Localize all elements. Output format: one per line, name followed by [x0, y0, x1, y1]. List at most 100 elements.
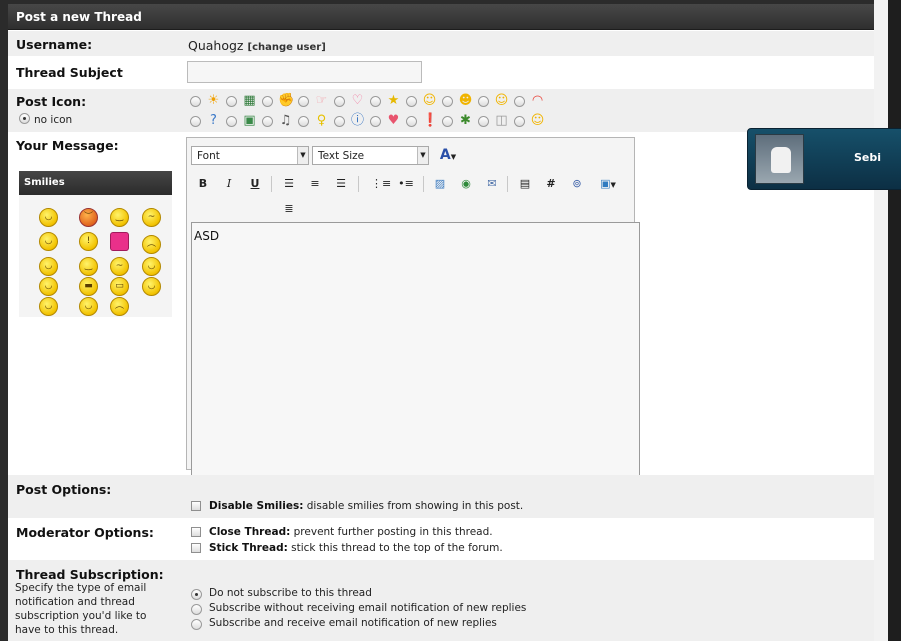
wink-smiley[interactable]: ‿ [110, 208, 129, 227]
post-icon-option[interactable]: ▣ [226, 113, 262, 129]
insert-email-button[interactable]: ✉ [483, 175, 501, 193]
disable-smilies-checkbox[interactable] [191, 501, 201, 511]
question-smiley[interactable]: ︵ [142, 235, 161, 254]
post-icon-option[interactable]: ✱ [442, 113, 478, 129]
post-icon-option[interactable]: ☀ [190, 93, 226, 109]
change-user-link[interactable]: [change user] [248, 42, 326, 53]
insert-image-button[interactable]: ▨ [431, 175, 449, 193]
post-icon-radio[interactable] [442, 96, 453, 107]
post-icon-radio[interactable] [226, 96, 237, 107]
heart-smiley[interactable] [110, 232, 129, 251]
disable-smilies-option: Disable Smilies: disable smilies from sh… [209, 500, 523, 512]
happy-smiley[interactable]: ◡ [39, 297, 58, 316]
post-icon-option[interactable]: ⓘ [334, 113, 370, 129]
close-thread-checkbox[interactable] [191, 527, 201, 537]
post-icon-radio[interactable] [478, 96, 489, 107]
post-icon-radio[interactable] [406, 116, 417, 127]
justify-button[interactable]: ≣ [280, 200, 298, 218]
post-icon-option[interactable]: ☻ [442, 93, 478, 109]
stick-thread-desc: stick this thread to the top of the foru… [291, 542, 503, 554]
post-icon-option[interactable]: ◠ [514, 93, 550, 109]
stick-thread-checkbox[interactable] [191, 543, 201, 553]
post-icon-option[interactable]: ♀ [298, 113, 334, 129]
ordered-list-button[interactable]: ⋮≡ [371, 175, 391, 193]
shy-smiley[interactable]: ‿ [79, 257, 98, 276]
post-icon-radio[interactable] [334, 116, 345, 127]
post-icon-radio[interactable] [190, 116, 201, 127]
post-icon-option[interactable]: ❗ [406, 113, 442, 129]
headphones-smiley[interactable]: ◡ [39, 208, 58, 227]
toolbar-separator [507, 176, 508, 192]
close-thread-option: Close Thread: prevent further posting in… [209, 526, 493, 538]
post-icon-option[interactable]: ☞ [298, 93, 334, 109]
no-icon-radio[interactable] [19, 113, 30, 124]
post-icon-radio[interactable] [478, 116, 489, 127]
post-icon-radio[interactable] [406, 96, 417, 107]
subscription-option-email[interactable]: Subscribe and receive email notification… [209, 617, 497, 629]
rainbow-icon: ◠ [531, 93, 544, 108]
big-grin-smiley[interactable]: ▭ [110, 277, 129, 296]
unordered-list-button[interactable]: •≡ [397, 175, 415, 193]
no-icon-option[interactable]: no icon [19, 112, 72, 126]
post-icon-option[interactable]: ★ [370, 93, 406, 109]
smile-smiley[interactable]: ◡ [142, 257, 161, 276]
post-icon-option[interactable]: ? [190, 113, 226, 129]
post-icon-option[interactable]: ▦ [226, 93, 262, 109]
post-icon-option[interactable]: ♥ [370, 113, 406, 129]
post-icon-radio[interactable] [370, 96, 381, 107]
insert-hash-button[interactable]: # [542, 175, 560, 193]
post-icon-radio[interactable] [298, 116, 309, 127]
insert-video-button[interactable]: ▣▼ [594, 175, 622, 193]
post-icon-radio[interactable] [442, 116, 453, 127]
cool-smiley[interactable]: ◡ [39, 232, 58, 251]
italic-button[interactable]: I [220, 175, 238, 193]
subscription-radio-no-email[interactable] [191, 604, 202, 615]
font-select[interactable]: Font ▼ [191, 146, 309, 165]
toolbar-separator [358, 176, 359, 192]
insert-link-button[interactable]: ◉ [457, 175, 475, 193]
grin-smiley[interactable]: ◡ [39, 277, 58, 296]
post-icon-option[interactable]: ☺ [406, 93, 442, 109]
hmm-smiley[interactable]: ~ [110, 257, 129, 276]
post-icon-option[interactable]: ♫ [262, 113, 298, 129]
eek-smiley[interactable]: ◡ [79, 297, 98, 316]
angry-smiley[interactable]: ︶ [79, 208, 98, 227]
align-center-button[interactable]: ≡ [306, 175, 324, 193]
post-icon-radio[interactable] [226, 116, 237, 127]
post-icon-radio[interactable] [514, 96, 525, 107]
align-left-icon: ☰ [284, 177, 294, 190]
subscription-radio-email[interactable] [191, 619, 202, 630]
exclaim-smiley[interactable]: ! [79, 232, 98, 251]
glasses-smiley[interactable]: ▬ [79, 277, 98, 296]
text-color-button[interactable]: A▼ [435, 146, 461, 164]
idea-smiley[interactable]: ◡ [39, 257, 58, 276]
post-icon-option[interactable]: ☺ [478, 93, 514, 109]
frown-smiley[interactable]: ︵ [110, 297, 129, 316]
post-icon-option[interactable]: ◫ [478, 113, 514, 129]
insert-php-button[interactable]: ⊚ [568, 175, 586, 193]
post-icon-radio[interactable] [262, 116, 273, 127]
subject-input[interactable] [187, 61, 422, 83]
confused-smiley[interactable]: ~ [142, 208, 161, 227]
post-icon-option[interactable]: ♡ [334, 93, 370, 109]
underline-button[interactable]: U [246, 175, 264, 193]
post-icon-option[interactable]: ✊ [262, 93, 298, 109]
chat-user-card[interactable]: Sebi [747, 128, 901, 190]
post-icon-radio[interactable] [334, 96, 345, 107]
tongue-smiley[interactable]: ◡ [142, 277, 161, 296]
post-icon-radio[interactable] [190, 96, 201, 107]
align-right-button[interactable]: ☰ [332, 175, 350, 193]
post-icon-radio[interactable] [262, 96, 273, 107]
subscription-option-no-email[interactable]: Subscribe without receiving email notifi… [209, 602, 526, 614]
bold-button[interactable]: B [194, 175, 212, 193]
post-icon-radio[interactable] [298, 96, 309, 107]
post-icon-radio[interactable] [370, 116, 381, 127]
post-icon-radio[interactable] [514, 116, 525, 127]
align-left-button[interactable]: ☰ [280, 175, 298, 193]
post-icon-option[interactable]: ☺ [514, 113, 550, 129]
size-select[interactable]: Text Size ▼ [312, 146, 429, 165]
insert-code-button[interactable]: ▤ [516, 175, 534, 193]
message-textarea[interactable]: ASD [191, 222, 640, 494]
subscription-option-none[interactable]: Do not subscribe to this thread [209, 587, 372, 599]
subscription-radio-none[interactable] [191, 589, 202, 600]
